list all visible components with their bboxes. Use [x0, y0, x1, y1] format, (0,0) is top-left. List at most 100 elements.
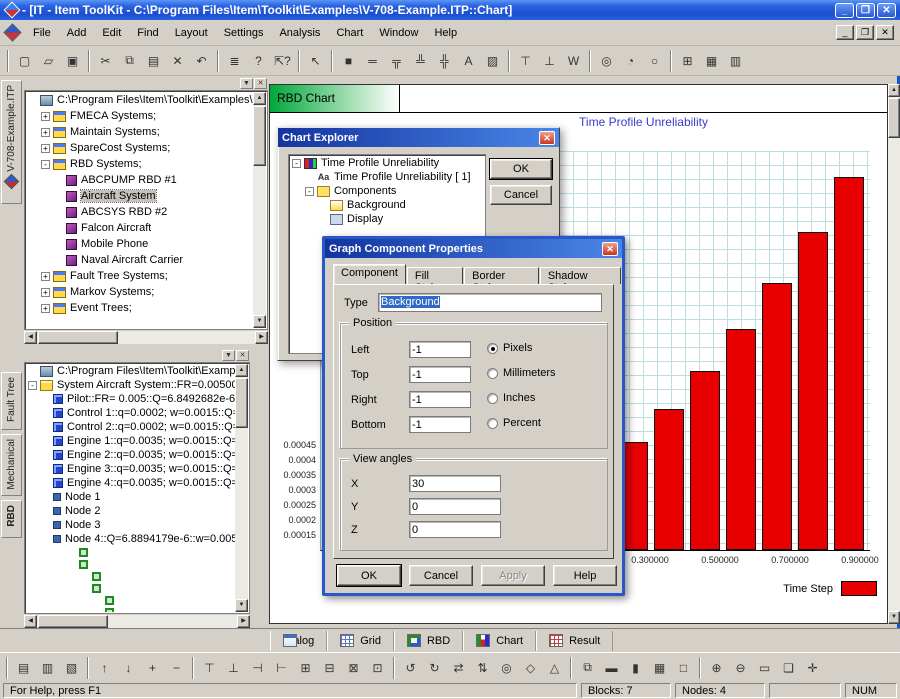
menu-find[interactable]: Find [129, 24, 166, 42]
tree-item[interactable]: Engine 3::q=0.0035; w=0.0015::Q=0 [26, 462, 235, 476]
tile-vertical-button[interactable]: ▮ [624, 657, 647, 679]
project-tab[interactable]: V-708-Example.ITP [1, 80, 22, 204]
scroll-down-button[interactable]: ▼ [235, 599, 248, 612]
toolbar-separator[interactable] [85, 50, 93, 72]
help-button[interactable]: Help [553, 565, 617, 586]
bottom-field[interactable]: -1 [409, 416, 471, 433]
menu-add[interactable]: Add [59, 24, 95, 42]
expander-icon[interactable]: - [28, 381, 37, 390]
tab-shadow-style[interactable]: Shadow Style [540, 267, 621, 284]
merge-cells-button[interactable]: ⊞ [294, 657, 317, 679]
save-button[interactable]: ▣ [61, 50, 84, 72]
tree-item[interactable]: - RBD Systems; [26, 156, 253, 172]
panel-close-button[interactable]: ✕ [236, 350, 249, 361]
expander-icon[interactable]: + [41, 288, 50, 297]
toolbar-separator[interactable] [667, 50, 675, 72]
open-project-button[interactable]: ▱ [37, 50, 60, 72]
image-tool[interactable]: ▨ [481, 50, 504, 72]
tree-item[interactable]: Node 3 [26, 518, 235, 532]
tree-item[interactable]: Falcon Aircraft [26, 220, 253, 236]
tree-item[interactable]: + Markov Systems; [26, 284, 253, 300]
toolbar-separator[interactable] [505, 50, 513, 72]
tree-item[interactable] [26, 546, 235, 558]
main-vertical-scrollbar[interactable]: ▲ ▼ [888, 84, 900, 624]
expander-icon[interactable]: + [41, 272, 50, 281]
scroll-thumb[interactable] [253, 106, 266, 166]
title-bar[interactable]: - [IT - Item ToolKit - C:\Program Files\… [0, 0, 900, 20]
toolbar-separator[interactable] [390, 657, 398, 679]
tree-item[interactable] [26, 570, 235, 582]
view-tab-chart[interactable]: Chart [463, 631, 536, 651]
radio-millimeters[interactable]: Millimeters [487, 367, 556, 379]
view-tab-dialog[interactable]: Dialog [270, 631, 327, 651]
toolbar-separator[interactable] [84, 657, 92, 679]
cut-button[interactable]: ✂ [94, 50, 117, 72]
view-tab-rbd[interactable]: RBD [1, 500, 22, 538]
panel-close-button[interactable]: ✕ [254, 78, 267, 89]
vertical-scrollbar[interactable]: ▲ ▼ [253, 92, 266, 328]
pie-chart-tool[interactable]: ◔ [619, 50, 642, 72]
panel-collapse-button[interactable]: ▼ [222, 350, 235, 361]
block-tool[interactable]: ■ [337, 50, 360, 72]
tree-item[interactable]: + Event Trees; [26, 300, 253, 316]
tree-item[interactable]: Node 1 [26, 490, 235, 504]
close-icon[interactable]: ✕ [602, 242, 618, 256]
tab-component[interactable]: Component [333, 264, 406, 284]
rotate-right-button[interactable]: ↻ [423, 657, 446, 679]
tree-item[interactable]: ABCPUMP RBD #1 [26, 172, 253, 188]
menu-analysis[interactable]: Analysis [271, 24, 328, 42]
print-button[interactable]: ≣ [223, 50, 246, 72]
tree-item[interactable]: - Components [290, 184, 484, 198]
sort-ascending-button[interactable]: ↑ [93, 657, 116, 679]
sort-descending-button[interactable]: ↓ [117, 657, 140, 679]
expander-icon[interactable]: - [305, 187, 314, 196]
horizontal-scrollbar[interactable]: ◀ ▶ [24, 331, 268, 344]
menu-help[interactable]: Help [426, 24, 465, 42]
report-view-button[interactable]: ▤ [12, 657, 35, 679]
view-tab-result[interactable]: Result [536, 631, 613, 651]
expander-icon[interactable]: - [41, 160, 50, 169]
scroll-thumb[interactable] [38, 331, 118, 344]
minimize-button[interactable]: _ [835, 3, 854, 18]
paste-button[interactable]: ▤ [142, 50, 165, 72]
menu-chart[interactable]: Chart [328, 24, 371, 42]
split-cells-button[interactable]: ⊟ [318, 657, 341, 679]
zoom-out-button[interactable]: ⊖ [729, 657, 752, 679]
delete-row-button[interactable]: ⊠ [342, 657, 365, 679]
tree-item[interactable]: Pilot::FR= 0.005::Q=6.8492682e-6::w [26, 392, 235, 406]
toolbar-separator[interactable] [586, 50, 594, 72]
radio-inches[interactable]: Inches [487, 392, 535, 404]
tree-item[interactable]: - Time Profile Unreliability [290, 156, 484, 170]
diamond-tool-button[interactable]: ◇ [519, 657, 542, 679]
donut-chart-tool[interactable]: ◎ [595, 50, 618, 72]
pan-button[interactable]: ✛ [801, 657, 824, 679]
tree-item[interactable]: Node 2 [26, 504, 235, 518]
branch-down-tool[interactable]: ╦ [385, 50, 408, 72]
context-help-button[interactable]: ⇱? [271, 50, 294, 72]
left-field[interactable]: -1 [409, 341, 471, 358]
ok-button[interactable]: OK [337, 565, 401, 586]
insert-row-below-button[interactable]: ⊥ [222, 657, 245, 679]
menu-edit[interactable]: Edit [94, 24, 129, 42]
scroll-right-button[interactable]: ▶ [237, 615, 250, 628]
close-icon[interactable]: ✕ [539, 131, 555, 145]
expand-all-button[interactable]: + [141, 657, 164, 679]
tree-item[interactable]: Naval Aircraft Carrier [26, 252, 253, 268]
insert-col-right-button[interactable]: ⊢ [270, 657, 293, 679]
close-button[interactable]: ✕ [877, 3, 896, 18]
dialog-title-bar[interactable]: Graph Component Properties ✕ [325, 239, 622, 258]
undo-button[interactable]: ↶ [190, 50, 213, 72]
tree-item[interactable]: Control 1::q=0.0002; w=0.0015::Q=0 [26, 406, 235, 420]
expander-icon[interactable]: + [41, 304, 50, 313]
menu-settings[interactable]: Settings [216, 24, 272, 42]
triangle-tool-button[interactable]: △ [543, 657, 566, 679]
tree-item[interactable] [26, 558, 235, 570]
tree-item[interactable]: Background [290, 198, 484, 212]
toolbar-separator[interactable] [567, 657, 575, 679]
collapse-all-button[interactable]: − [165, 657, 188, 679]
tab-border-style[interactable]: Border Style [464, 267, 539, 284]
scroll-right-button[interactable]: ▶ [255, 331, 268, 344]
grid-large-button[interactable]: ▦ [700, 50, 723, 72]
tree-item[interactable]: C:\Program Files\Item\Toolkit\Examples\V… [26, 92, 253, 108]
circle-tool-button[interactable]: ◎ [495, 657, 518, 679]
